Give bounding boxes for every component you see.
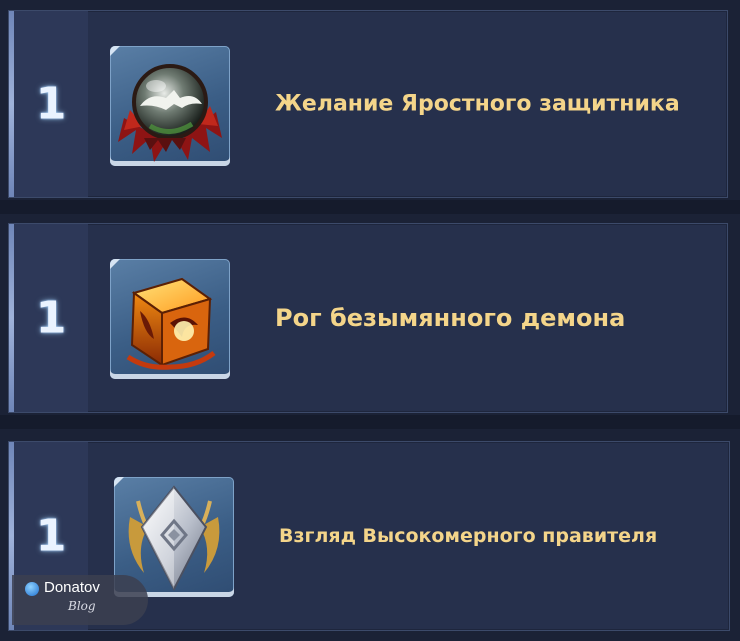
watermark-brand: Donatov xyxy=(44,579,100,596)
rank-number: 1 xyxy=(35,78,67,130)
divider xyxy=(0,200,740,214)
item-name: Желание Яростного защитника xyxy=(275,91,680,117)
rank-number: 1 xyxy=(35,510,67,562)
item-name: Рог безымянного демона xyxy=(275,304,626,332)
demon-cube-art xyxy=(126,277,216,370)
dragon-orb-icon[interactable] xyxy=(110,46,230,166)
item-name: Взгляд Высокомерного правителя xyxy=(279,525,658,547)
item-row-2[interactable]: 1 Рог безымянного демона xyxy=(8,223,728,413)
donatov-blog-watermark: Donatov Blog xyxy=(12,575,148,625)
demon-cube-icon[interactable] xyxy=(110,259,230,379)
divider xyxy=(0,415,740,429)
dragon-orb-art xyxy=(118,64,222,162)
item-row-1[interactable]: 1 Желание Яростного защитника xyxy=(8,10,728,198)
rank-number: 1 xyxy=(35,292,67,344)
watermark-sub: Blog xyxy=(68,599,96,613)
blue-dot-icon xyxy=(25,582,39,596)
